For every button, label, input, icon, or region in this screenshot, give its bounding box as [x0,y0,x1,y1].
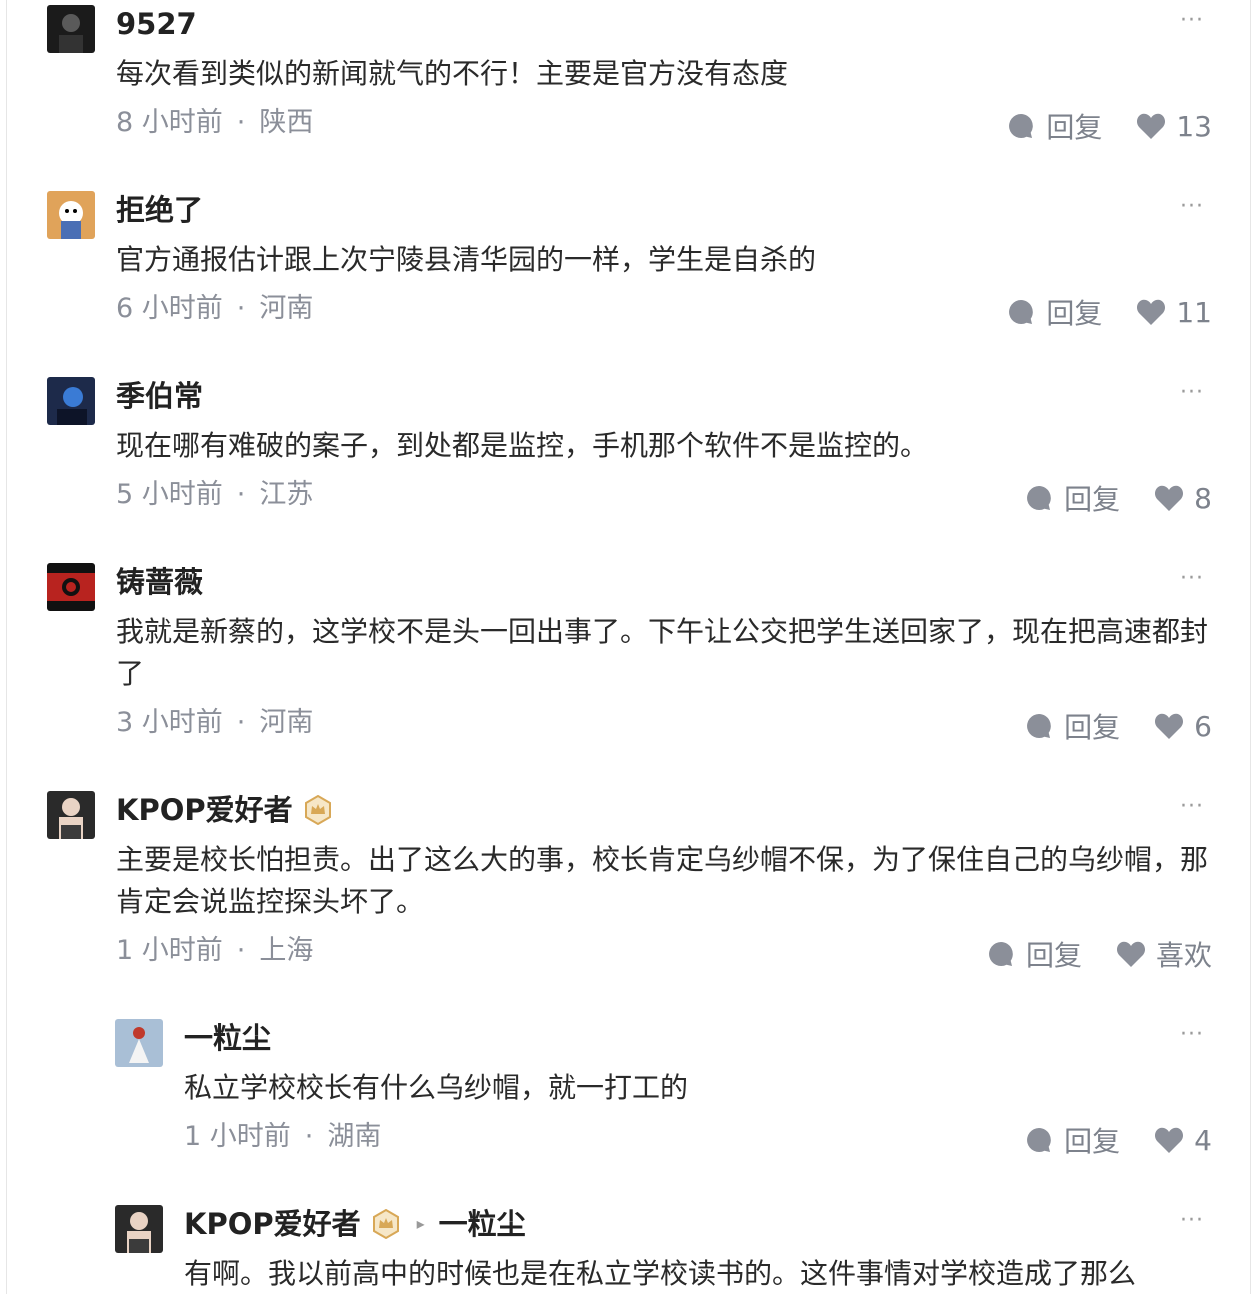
heart-icon [1137,299,1166,325]
comment-text: 官方通报估计跟上次宁陵县清华园的一样，学生是自杀的 [116,243,817,276]
heart-icon [1155,713,1184,739]
username[interactable]: 拒绝了 [116,192,203,228]
reply-button[interactable]: 回复 [1024,1120,1120,1160]
more-icon[interactable]: ··· [1180,194,1204,219]
comment-actions: 回复 6 [1024,706,1212,746]
like-button[interactable]: 4 [1154,1124,1212,1157]
comment-actions: 回复 13 [1006,106,1212,146]
comment-meta: 1 小时前 · 湖南 [184,1121,382,1152]
comment-icon [1009,114,1034,138]
comment-text: 主要是校长怕担责。出了这么大的事，校长肯定乌纱帽不保，为了保住自己的乌纱帽，那肯… [116,843,1209,918]
more-icon[interactable]: ··· [1180,8,1204,33]
crown-badge-icon [304,795,331,825]
avatar[interactable] [115,1019,163,1067]
username[interactable]: 铸蔷薇 [116,564,203,600]
comment-text: 有啊。我以前高中的时候也是在私立学校读书的。这件事情对学校造成了那么 [184,1257,1137,1290]
comment-actions: 回复 11 [1006,292,1212,332]
comment-actions: 回复 8 [1024,478,1212,518]
crown-badge-icon [372,1209,399,1239]
reply-button[interactable]: 回复 [1024,706,1120,746]
comment-text: 我就是新蔡的，这学校不是头一回出事了。下午让公交把学生送回家了，现在把高速都封了 [116,615,1209,690]
heart-icon [1116,941,1146,967]
comment-meta: 1 小时前 · 上海 [116,935,314,966]
avatar[interactable] [47,377,95,425]
comment-meta: 3 小时前 · 河南 [116,707,314,738]
comment-icon [1027,714,1051,738]
timestamp: 3 小时前 [116,707,223,738]
avatar[interactable] [47,191,95,239]
comment-meta: 6 小时前 · 河南 [116,293,314,324]
comment-icon [1009,300,1034,324]
reply-arrow-icon: ▸ [416,1214,425,1233]
more-icon[interactable]: ··· [1180,1022,1204,1047]
timestamp: 6 小时前 [116,293,223,324]
avatar[interactable] [115,1205,163,1253]
username[interactable]: 一粒尘 [184,1020,271,1056]
location: 陕西 [259,107,314,138]
avatar[interactable] [47,5,95,53]
location: 河南 [259,293,314,324]
comment-text: 私立学校校长有什么乌纱帽，就一打工的 [184,1071,689,1104]
comment-meta: 5 小时前 · 江苏 [116,479,314,510]
reply-to-user[interactable]: 一粒尘 [439,1206,526,1242]
timestamp: 8 小时前 [116,107,223,138]
more-icon[interactable]: ··· [1180,794,1204,819]
heart-icon [1155,485,1184,511]
comment-actions: 回复 喜欢 [986,934,1212,974]
comment-icon [989,942,1013,966]
username[interactable]: 季伯常 [116,378,203,414]
timestamp: 1 小时前 [116,935,223,966]
comment-text: 每次看到类似的新闻就气的不行！主要是官方没有态度 [116,57,789,90]
like-button[interactable]: 喜欢 [1116,934,1212,974]
location: 湖南 [327,1121,382,1152]
like-button[interactable]: 6 [1154,710,1212,743]
like-button[interactable]: 13 [1136,110,1212,143]
username[interactable]: 9527 [116,6,197,42]
location: 河南 [259,707,314,738]
timestamp: 1 小时前 [184,1121,291,1152]
location: 上海 [259,935,314,966]
comment-text: 现在哪有难破的案子，到处都是监控，手机那个软件不是监控的。 [116,429,929,462]
like-button[interactable]: 11 [1136,296,1212,329]
more-icon[interactable]: ··· [1180,566,1204,591]
reply-button[interactable]: 回复 [1006,292,1102,332]
username[interactable]: KPOP爱好者 [116,792,333,828]
comment-actions: 回复 4 [1024,1120,1212,1160]
more-icon[interactable]: ··· [1180,1208,1204,1233]
username[interactable]: KPOP爱好者 ▸ 一粒尘 [184,1206,526,1242]
avatar[interactable] [47,791,95,839]
like-button[interactable]: 8 [1154,482,1212,515]
location: 江苏 [259,479,314,510]
comment-icon [1027,486,1051,510]
comment-icon [1027,1128,1051,1152]
avatar[interactable] [47,563,95,611]
reply-button[interactable]: 回复 [1024,478,1120,518]
more-icon[interactable]: ··· [1180,380,1204,405]
comment-meta: 8 小时前 · 陕西 [116,107,314,138]
timestamp: 5 小时前 [116,479,223,510]
reply-button[interactable]: 回复 [986,934,1082,974]
reply-button[interactable]: 回复 [1006,106,1102,146]
heart-icon [1137,113,1166,139]
heart-icon [1155,1127,1184,1153]
